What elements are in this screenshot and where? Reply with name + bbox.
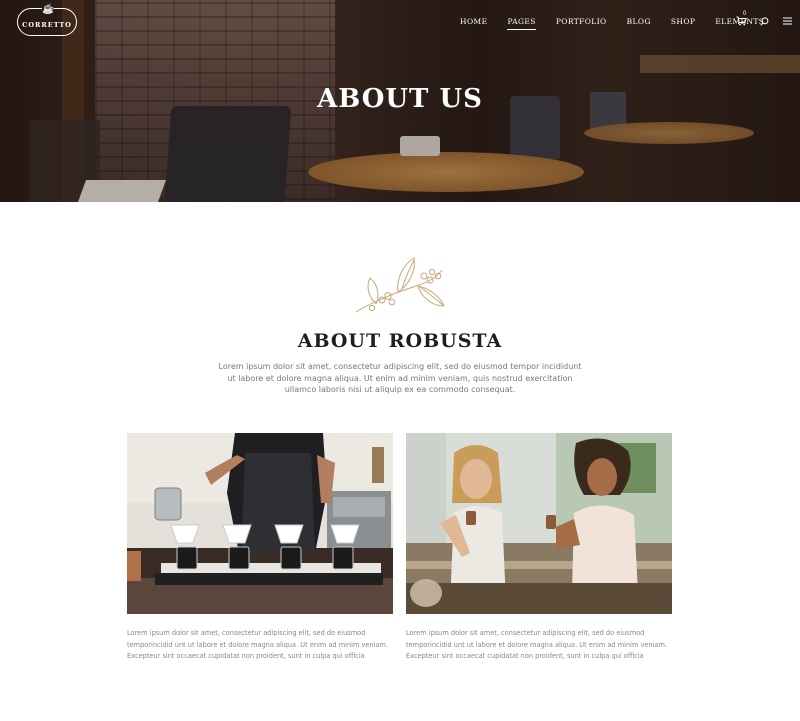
logo-text: CORRETTO xyxy=(22,20,72,29)
friends-scene xyxy=(406,433,672,614)
barista-scene xyxy=(127,433,393,614)
header-icons: 0 xyxy=(734,11,794,28)
menu-button[interactable] xyxy=(780,14,794,28)
cart-icon xyxy=(736,16,747,26)
search-button[interactable] xyxy=(757,14,771,28)
cart-button[interactable]: 0 xyxy=(734,11,748,28)
hero-title: ABOUT US xyxy=(317,84,483,114)
nav-item-shop[interactable]: SHOP xyxy=(671,17,695,26)
card-caption: Lorem ipsum dolor sit amet, consectetur … xyxy=(406,629,668,660)
section-title: ABOUT ROBUSTA xyxy=(297,330,503,352)
barista-image xyxy=(127,433,393,614)
card-caption: Lorem ipsum dolor sit amet, consectetur … xyxy=(127,629,389,660)
nav-item-pages[interactable]: PAGES xyxy=(507,17,537,30)
nav-item-blog[interactable]: BLOG xyxy=(627,17,651,26)
cart-count: 0 xyxy=(743,11,747,17)
coffee-cup-icon: ☕ xyxy=(42,4,55,15)
site-logo[interactable]: ☕ CORRETTO xyxy=(17,4,77,36)
menu-icon xyxy=(782,17,792,25)
section-intro-text: Lorem ipsum dolor sit amet, consectetur … xyxy=(218,362,582,394)
hero-banner: ABOUT US xyxy=(0,0,800,202)
coffee-sprig-icon xyxy=(355,257,445,313)
nav-item-portfolio[interactable]: PORTFOLIO xyxy=(556,17,607,26)
nav-item-home[interactable]: HOME xyxy=(460,17,487,26)
friends-coffee-image xyxy=(406,433,672,614)
search-icon xyxy=(759,16,768,26)
